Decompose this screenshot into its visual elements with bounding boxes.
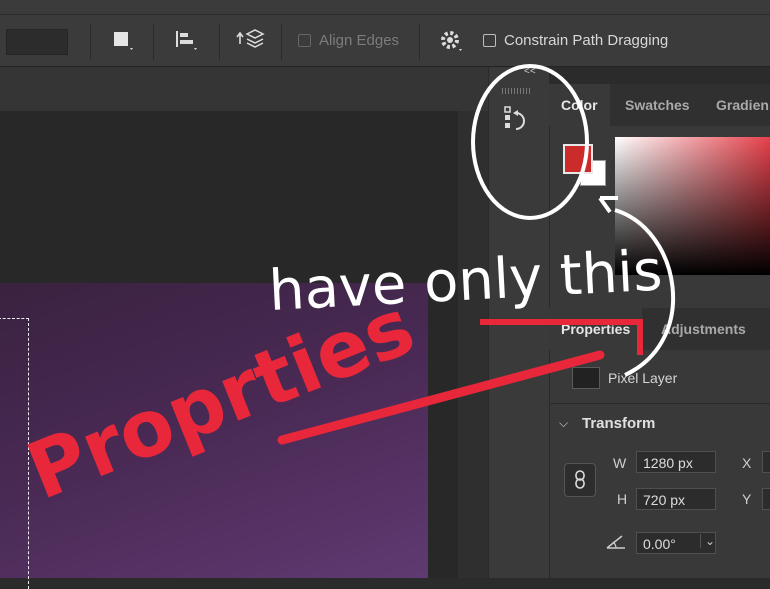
link-icon — [575, 470, 585, 489]
height-label: H — [617, 491, 628, 507]
selection-marquee — [0, 318, 29, 589]
chevron-down-icon[interactable]: ⌵ — [559, 416, 568, 431]
y-field[interactable] — [762, 488, 770, 510]
height-field[interactable]: 720 px — [636, 488, 716, 510]
align-edges-label: Align Edges — [319, 32, 400, 49]
width-field[interactable]: 1280 px — [636, 451, 716, 473]
document-tab-row — [0, 67, 488, 111]
y-label: Y — [742, 491, 752, 507]
collapsed-panel-dock — [488, 67, 549, 578]
layer-type-label: Pixel Layer — [608, 370, 678, 386]
angle-icon — [606, 535, 625, 549]
options-bar: Align Edges Constrain Path Dragging — [0, 0, 770, 67]
collapse-dock-button[interactable]: << — [524, 66, 536, 77]
stroke-width-field[interactable] — [6, 29, 68, 55]
dock-grip[interactable] — [502, 88, 530, 94]
options-divider — [281, 24, 282, 60]
foreground-color-swatch[interactable] — [563, 144, 593, 174]
tab-properties[interactable]: Properties — [549, 308, 643, 350]
path-align-icon[interactable] — [174, 28, 202, 56]
section-divider — [549, 403, 770, 404]
options-bar-top-divider — [0, 14, 770, 15]
link-dimensions-button[interactable] — [564, 463, 596, 497]
properties-panel-tabs: Properties Adjustments — [549, 308, 770, 350]
options-divider — [153, 24, 154, 60]
path-arrange-icon[interactable] — [236, 28, 266, 56]
color-panel-tabs: Color Swatches Gradien — [549, 84, 770, 126]
tab-color[interactable]: Color — [549, 84, 610, 126]
options-divider — [219, 24, 220, 60]
angle-dropdown-chevron-icon[interactable]: ⌄ — [700, 534, 715, 548]
options-divider — [90, 24, 91, 60]
history-icon[interactable] — [500, 103, 534, 137]
tab-adjustments[interactable]: Adjustments — [649, 308, 758, 350]
x-label: X — [742, 455, 752, 471]
pixel-layer-icon — [572, 367, 600, 389]
canvas-scroll-area[interactable] — [458, 111, 488, 578]
constrain-path-label: Constrain Path Dragging — [504, 32, 669, 49]
transform-section-title[interactable]: Transform — [582, 415, 655, 432]
x-field[interactable] — [762, 451, 770, 473]
gear-icon[interactable] — [439, 28, 465, 56]
options-divider — [419, 24, 420, 60]
width-label: W — [613, 455, 627, 471]
tab-swatches[interactable]: Swatches — [613, 84, 702, 126]
document-canvas[interactable] — [0, 283, 428, 578]
tab-gradients[interactable]: Gradien — [704, 84, 770, 126]
fill-swatch-icon[interactable] — [112, 28, 138, 56]
constrain-path-checkbox[interactable] — [483, 34, 496, 47]
color-picker-field[interactable] — [615, 137, 770, 275]
align-edges-checkbox[interactable] — [298, 34, 311, 47]
